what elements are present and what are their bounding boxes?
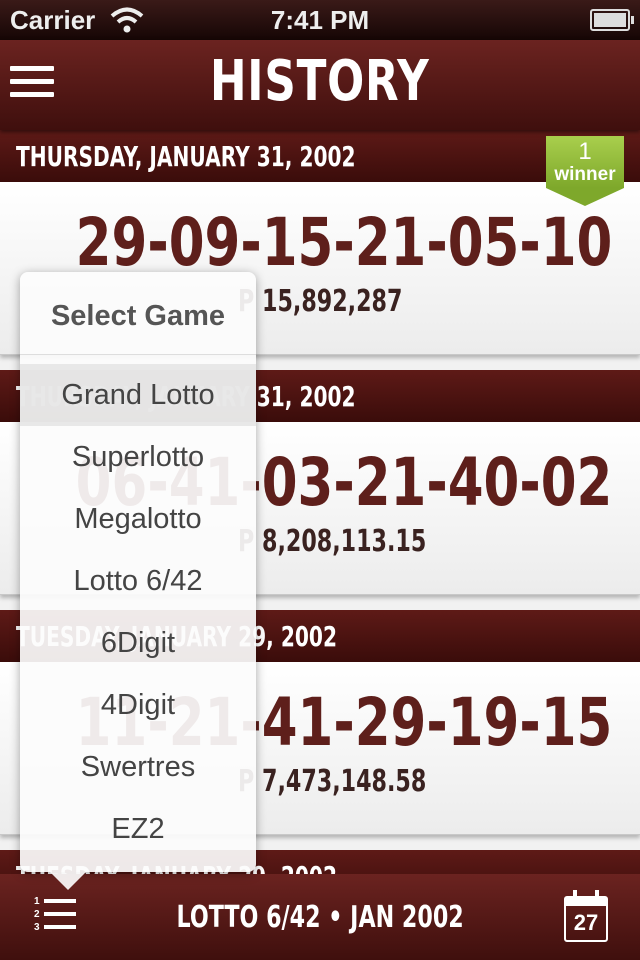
- game-option[interactable]: Grand Lotto: [20, 364, 256, 426]
- jackpot-amount: P 15,892,287: [238, 284, 403, 319]
- battery-icon: [590, 9, 634, 31]
- game-month-label[interactable]: LOTTO 6/42 • JAN 2002: [176, 900, 463, 935]
- game-option[interactable]: 6Digit: [20, 612, 256, 674]
- game-option[interactable]: 4Digit: [20, 674, 256, 736]
- game-picker-title: Select Game: [50, 300, 226, 332]
- divider: [20, 354, 256, 355]
- winning-numbers: 29-09-15-21-05-10: [75, 204, 613, 281]
- game-option[interactable]: Lotto 6/42: [20, 550, 256, 612]
- winner-ribbon: 1 winner: [546, 136, 624, 208]
- nav-bar: HISTORY: [0, 40, 640, 130]
- game-option[interactable]: EZ2: [20, 798, 256, 860]
- calendar-day: 27: [573, 910, 599, 935]
- winner-count: 1: [578, 138, 592, 165]
- status-bar: Carrier 7:41 PM: [0, 0, 640, 40]
- popover-arrow: [50, 872, 86, 890]
- draw-date: THURSDAY, JANUARY 31, 2002: [16, 140, 356, 173]
- game-picker-popover: Select Game Grand Lotto Superlotto Megal…: [20, 272, 256, 890]
- page-title: HISTORY: [210, 49, 430, 114]
- game-option[interactable]: Superlotto: [20, 426, 256, 488]
- date-header: THURSDAY, JANUARY 31, 2002: [0, 130, 640, 182]
- bottom-toolbar: 1 2 3 LOTTO 6/42 • JAN 2002 27: [0, 874, 640, 960]
- jackpot-amount: P 8,208,113.15: [238, 524, 427, 559]
- calendar-icon[interactable]: 27: [564, 890, 608, 942]
- status-time: 7:41 PM: [270, 5, 370, 35]
- winner-label: winner: [554, 164, 616, 185]
- jackpot-amount: P 7,473,148.58: [238, 764, 427, 799]
- game-option[interactable]: Megalotto: [20, 488, 256, 550]
- game-option[interactable]: Swertres: [20, 736, 256, 798]
